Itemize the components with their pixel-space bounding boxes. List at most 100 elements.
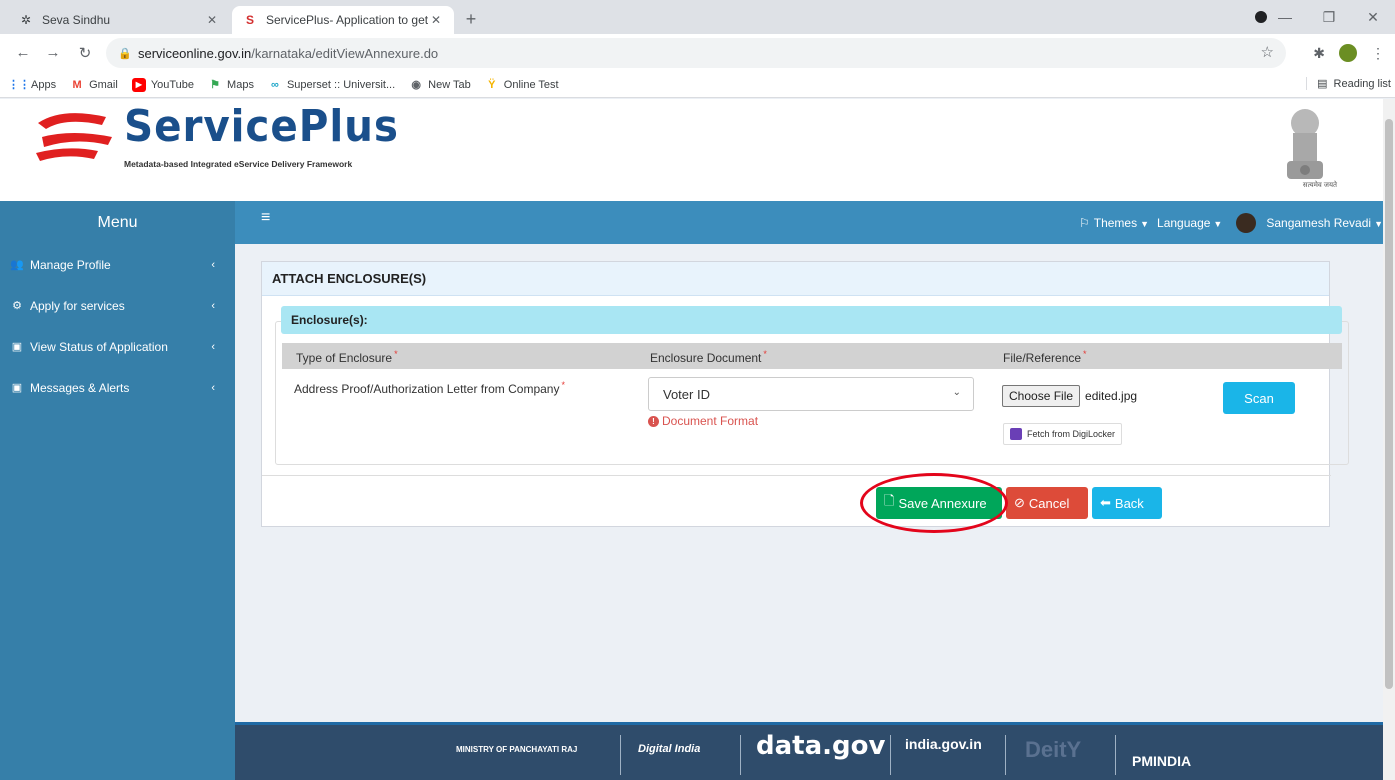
page-scrollbar[interactable] [1383,99,1395,780]
fetch-from-digilocker-button[interactable]: Fetch from DigiLocker [1003,423,1123,445]
caret-down-icon: ▼ [1213,219,1223,229]
sidebar: 👥 Manage Profile ‹ ⚙ Apply for services … [0,244,235,780]
save-button-highlight-circle [860,473,1008,533]
gears-icon: ⚙ [12,300,22,312]
browser-toolbar: ← → ↻ 🔒 serviceonline.gov.in /karnataka/… [0,34,1395,72]
sidebar-item-manage-profile[interactable]: 👥 Manage Profile ‹ [0,244,235,285]
new-tab-plus-icon[interactable]: + [460,9,482,30]
required-marker: * [561,380,565,390]
col-type-of-enclosure: Type of Enclosure * [296,349,398,365]
chevron-down-icon: ⌄ [952,387,961,398]
serviceplus-logo-mark-icon [36,113,112,161]
bookmark-star-icon[interactable]: ☆ [1261,43,1274,61]
scan-button[interactable]: Scan [1223,382,1295,414]
chevron-left-icon: ‹ [211,299,215,312]
enclosures-section-title: Enclosure(s): [281,306,1342,334]
choose-file-button[interactable]: Choose File [1002,385,1081,407]
browser-tab-serviceplus[interactable]: S ServicePlus- Application to get P ✕ [232,6,454,34]
tab-title: ServicePlus- Application to get P [266,13,428,27]
reading-list-button[interactable]: ▤ Reading list [1306,77,1391,90]
kebab-menu-icon[interactable]: ⋮ [1371,45,1385,62]
required-marker: * [394,349,398,359]
file-input: Choose File edited.jpg [1002,385,1137,407]
tab-close-icon[interactable]: ✕ [204,13,220,27]
tab-title: Seva Sindhu [42,13,111,27]
scrollbar-thumb[interactable] [1385,119,1393,689]
footer-logo-india-gov[interactable]: india.gov.in [905,737,982,751]
footer-logo-deity[interactable]: DeitY [1025,737,1081,763]
sidebar-item-apply-for-services[interactable]: ⚙ Apply for services ‹ [0,285,235,326]
extensions-puzzle-icon[interactable]: ✱ [1313,45,1325,62]
user-avatar[interactable] [1236,213,1257,233]
forward-arrow-icon[interactable]: → [44,44,62,61]
youtube-icon: ▶ [131,77,146,92]
flag-icon: ⚐ [1078,216,1090,230]
panel-divider [262,475,1331,476]
restore-icon[interactable]: ❐ [1307,9,1351,26]
toolbar-right: ✱ ⋮ [1313,44,1385,62]
back-button[interactable]: ⬅ Back [1092,487,1162,519]
url-host: serviceonline.gov.in [138,45,252,61]
logo-subtitle: Metadata-based Integrated eService Deliv… [124,159,353,169]
top-navbar: ≡ ⚐ Themes ▼ Language ▼ Sangamesh Revadi ▼ [235,201,1395,244]
language-dropdown[interactable]: Language ▼ [1157,216,1226,230]
document-format-link[interactable]: ! Document Format [648,414,758,428]
footer-separator [740,735,741,775]
bookmark-gmail[interactable]: M Gmail [70,78,117,92]
apps-grid-icon: ⋮⋮ [8,79,30,91]
reading-list-icon: ▤ [1317,78,1328,90]
back-arrow-icon[interactable]: ← [14,44,32,61]
sidebar-item-label: View Status of Application [30,339,168,354]
bookmark-online-test[interactable]: Ÿ Online Test [485,78,559,92]
gmail-icon: M [72,78,82,91]
footer-logo-data-gov[interactable]: data.gov [756,731,885,761]
bookmarks-bar: ⋮⋮ Apps M Gmail ▶ YouTube ⚑ Maps ∞ Superset :… [0,72,1395,98]
maps-icon: ⚑ [210,79,220,91]
cancel-button[interactable]: ⊘ Cancel [1006,487,1088,519]
required-marker: * [1083,349,1087,359]
chevron-left-icon: ‹ [211,258,215,271]
minimize-icon[interactable]: — [1263,9,1307,25]
bookmark-youtube[interactable]: ▶ YouTube [131,77,194,92]
required-marker: * [763,349,767,359]
user-menu[interactable]: Sangamesh Revadi ▼ [1266,216,1387,230]
digilocker-icon [1010,428,1022,440]
tab-close-icon[interactable]: ✕ [428,13,444,27]
sidebar-item-label: Messages & Alerts [30,380,130,395]
enclosure-document-select[interactable]: Voter ID ⌄ [648,377,974,411]
browser-tab-seva-sindhu[interactable]: ✲ Seva Sindhu ✕ [8,6,230,34]
address-bar[interactable]: 🔒 serviceonline.gov.in /karnataka/editVi… [106,38,1286,68]
window-icon: ▣ [11,382,23,394]
footer-logo-digital-india[interactable]: Digital India [638,743,700,755]
sidebar-item-label: Apply for services [30,298,125,313]
serviceplus-favicon-icon: S [245,13,254,27]
site-header: ServicePlus Metadata-based Integrated eS… [0,99,1395,201]
attach-enclosures-panel: ATTACH ENCLOSURE(S) Enclosure(s): Type o… [261,261,1349,527]
bookmark-superset[interactable]: ∞ Superset :: Universit... [268,78,395,92]
profile-avatar-icon[interactable] [1339,44,1357,62]
users-icon: 👥 [10,259,24,271]
footer-separator [890,735,891,775]
info-circle-icon: ! [648,415,659,427]
globe-icon: ◉ [411,79,421,91]
serviceplus-logo-text: ServicePlus [124,101,399,152]
window-close-icon[interactable]: ✕ [1351,9,1395,26]
superset-icon: ∞ [271,78,279,91]
menu-header: Menu [0,201,235,244]
bookmark-maps[interactable]: ⚑ Maps [208,78,254,92]
emblem-caption: सत्यमेव जयते [1302,182,1337,189]
chevron-left-icon: ‹ [211,381,215,394]
footer-logo-pmindia[interactable]: PMINDIA [1132,753,1191,769]
footer-logo-panchayati-raj[interactable]: MINISTRY OF PANCHAYATI RAJ [456,745,577,754]
sidebar-item-label: Manage Profile [30,257,111,272]
themes-dropdown[interactable]: Themes ▼ [1094,216,1153,230]
bookmark-new-tab[interactable]: ◉ New Tab [409,78,470,92]
caret-down-icon: ▼ [1374,219,1383,229]
online-test-icon: Ÿ [488,78,496,91]
bookmark-apps[interactable]: ⋮⋮ Apps [8,78,56,92]
sidebar-item-view-status[interactable]: ▣ View Status of Application ‹ [0,326,235,367]
reload-icon[interactable]: ↻ [76,44,94,62]
sidebar-item-messages-alerts[interactable]: ▣ Messages & Alerts ‹ [0,367,235,408]
hamburger-menu-icon[interactable]: ≡ [261,209,270,227]
footer-separator [1115,735,1116,775]
